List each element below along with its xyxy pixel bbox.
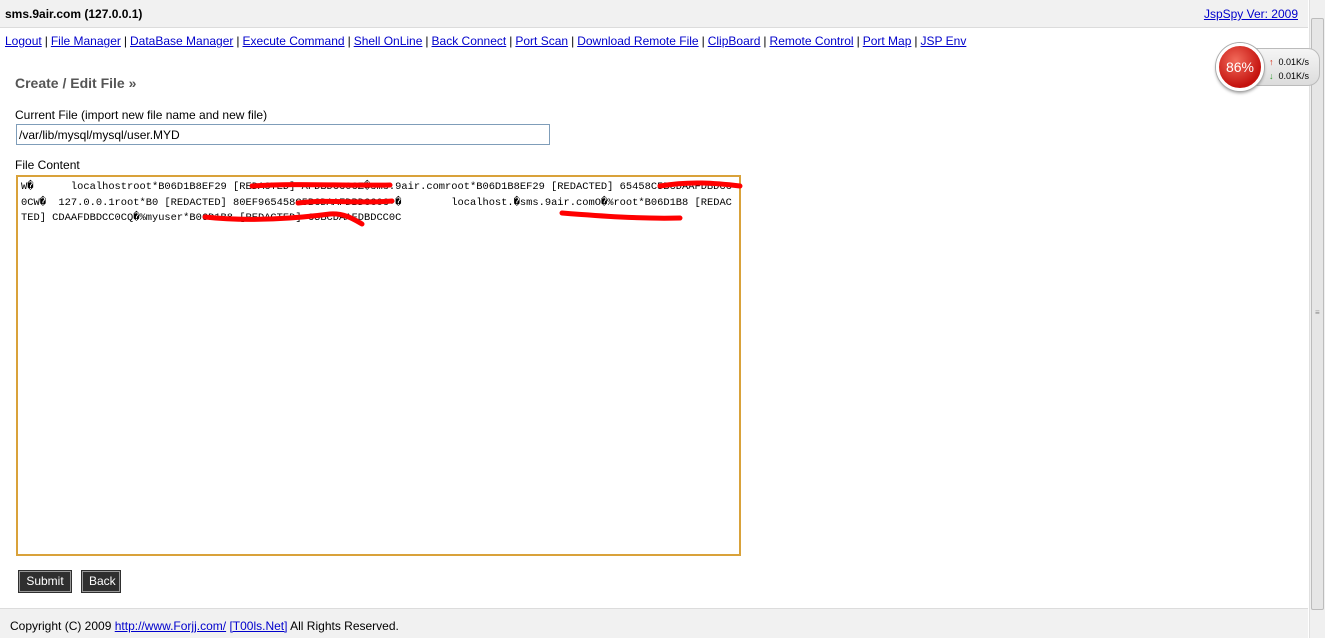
footer-bar: Copyright (C) 2009 http://www.Forjj.com/…	[0, 608, 1308, 638]
nav-download-remote-file[interactable]: Download Remote File	[577, 34, 698, 48]
current-file-input[interactable]	[16, 124, 550, 145]
t00ls-link[interactable]: [T00ls.Net]	[229, 619, 287, 633]
grip-icon: ≡	[1315, 308, 1320, 317]
section-title: Create / Edit File »	[15, 75, 137, 91]
scrollbar-thumb[interactable]: ≡	[1311, 18, 1324, 610]
nav-port-scan[interactable]: Port Scan	[515, 34, 568, 48]
file-content-textarea[interactable]: W� localhostroot*B06D1B8EF29 [REDACTED] …	[16, 175, 741, 556]
host-title: sms.9air.com (127.0.0.1)	[5, 7, 143, 21]
nav-separator: |	[856, 34, 860, 48]
nav-separator: |	[701, 34, 705, 48]
current-file-label: Current File (import new file name and n…	[15, 108, 268, 122]
nav-shell-online[interactable]: Shell OnLine	[354, 34, 423, 48]
version-link[interactable]: JspSpy Ver: 2009	[1204, 7, 1298, 21]
rights-text: All Rights Reserved.	[290, 619, 399, 633]
network-speed-widget[interactable]: ↑ 0.01K/s ↓ 0.01K/s 86%	[1216, 43, 1320, 91]
download-speed: 0.01K/s	[1278, 71, 1310, 81]
nav-separator: |	[571, 34, 575, 48]
nav-separator: |	[236, 34, 240, 48]
nav-separator: |	[914, 34, 918, 48]
upload-speed: 0.01K/s	[1278, 57, 1310, 67]
main-nav: Logout | File Manager | DataBase Manager | Exe…	[5, 34, 966, 48]
nav-separator: |	[347, 34, 351, 48]
nav-database-manager[interactable]: DataBase Manager	[130, 34, 233, 48]
down-arrow-icon: ↓	[1269, 71, 1274, 81]
nav-logout[interactable]: Logout	[5, 34, 42, 48]
upload-speed-row: ↑ 0.01K/s	[1269, 57, 1309, 67]
back-button[interactable]: Back	[81, 570, 121, 593]
submit-button[interactable]: Submit	[18, 570, 72, 593]
footer-text: Copyright (C) 2009 http://www.Forjj.com/…	[10, 619, 399, 633]
nav-clipboard[interactable]: ClipBoard	[708, 34, 761, 48]
vertical-scrollbar[interactable]: ≡	[1309, 0, 1325, 638]
nav-separator: |	[509, 34, 513, 48]
nav-separator: |	[763, 34, 767, 48]
nav-separator: |	[425, 34, 429, 48]
usage-gauge[interactable]: 86%	[1216, 43, 1264, 91]
nav-jsp-env[interactable]: JSP Env	[921, 34, 967, 48]
forjj-link[interactable]: http://www.Forjj.com/	[115, 619, 226, 633]
nav-back-connect[interactable]: Back Connect	[432, 34, 507, 48]
up-arrow-icon: ↑	[1269, 57, 1274, 67]
nav-remote-control[interactable]: Remote Control	[770, 34, 854, 48]
copyright-text: Copyright (C) 2009	[10, 619, 112, 633]
nav-file-manager[interactable]: File Manager	[51, 34, 121, 48]
download-speed-row: ↓ 0.01K/s	[1269, 71, 1309, 81]
nav-separator: |	[123, 34, 127, 48]
top-header-bar: sms.9air.com (127.0.0.1) JspSpy Ver: 200…	[0, 0, 1308, 28]
nav-execute-command[interactable]: Execute Command	[243, 34, 345, 48]
file-content-label: File Content	[15, 158, 80, 172]
nav-separator: |	[44, 34, 48, 48]
nav-port-map[interactable]: Port Map	[863, 34, 912, 48]
